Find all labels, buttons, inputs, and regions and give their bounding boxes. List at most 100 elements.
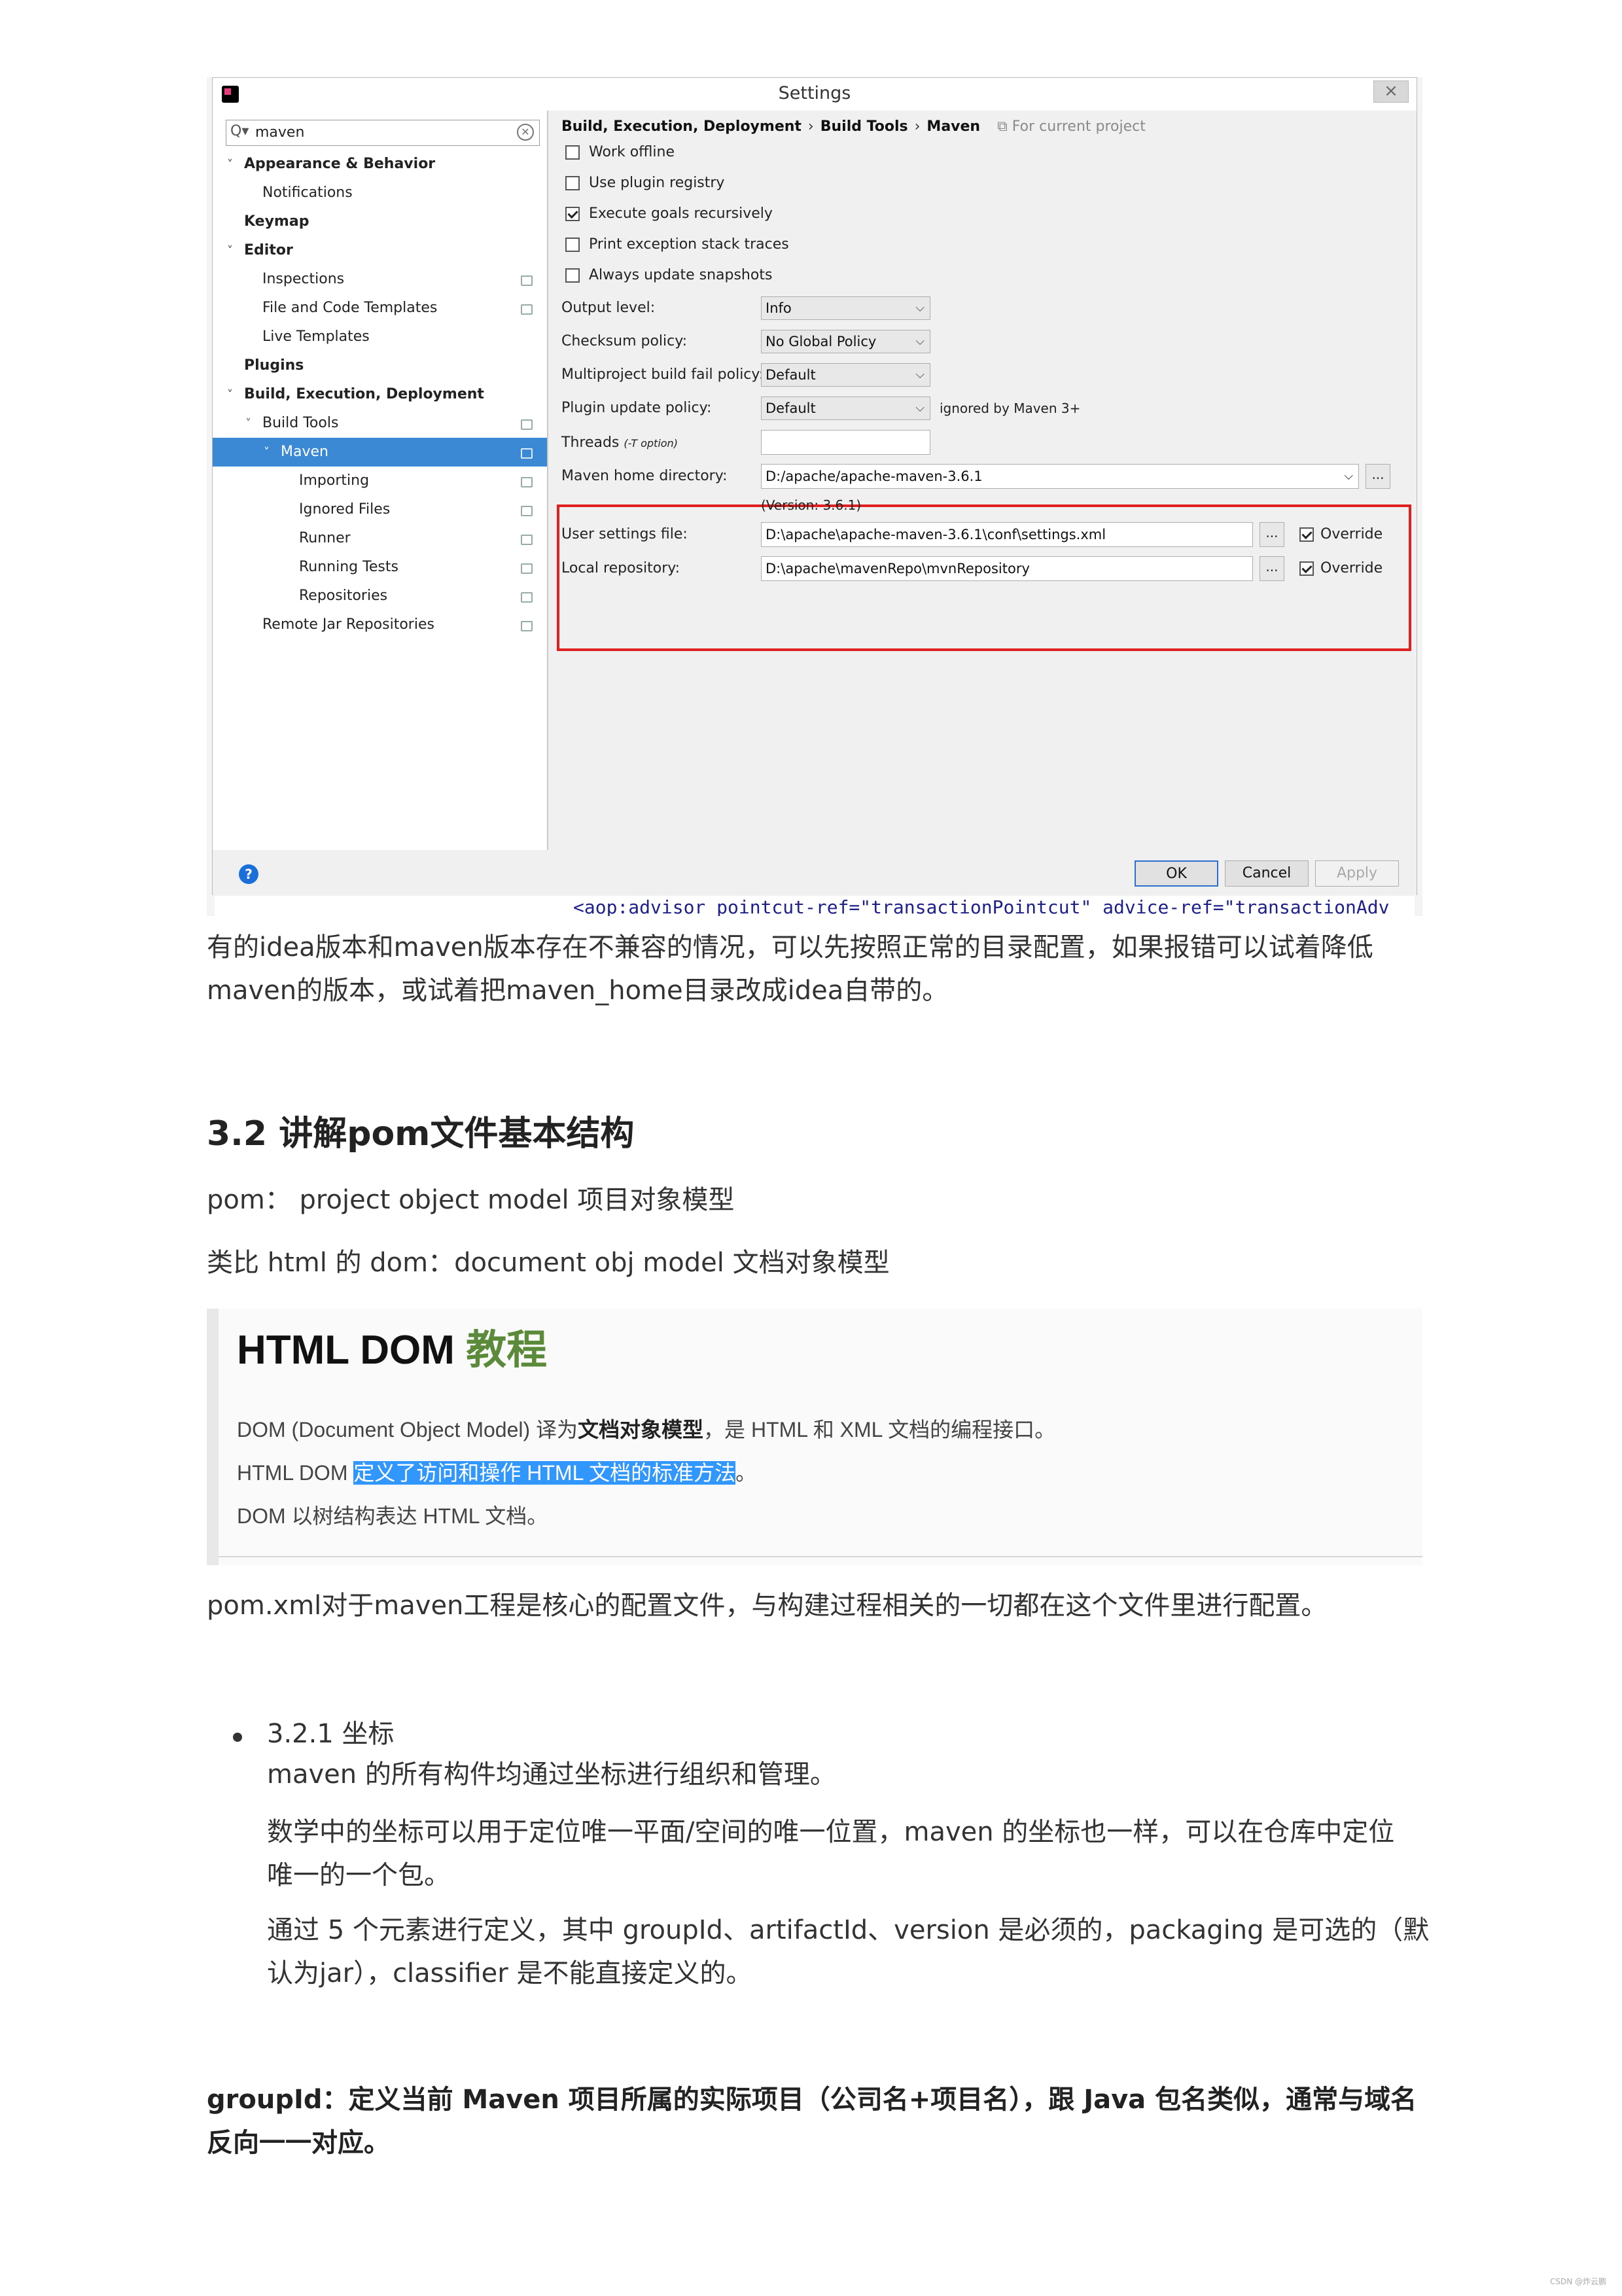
tree-item-editor[interactable]: ˅ Editor	[227, 236, 293, 265]
tree-item-ignored-files[interactable]: Ignored Files	[299, 495, 390, 524]
project-config-icon	[521, 621, 533, 631]
checkbox-label: Print exception stack traces	[589, 236, 789, 253]
project-config-icon	[521, 304, 533, 315]
select-value: No Global Policy	[766, 334, 877, 349]
checkbox-icon[interactable]	[565, 238, 580, 252]
settings-dialog: Settings × Q▾ maven ✕ ˅ Appearance & Beha…	[212, 77, 1417, 896]
local-repository-input[interactable]: D:\apache\mavenRepo\mvnRepository	[761, 556, 1253, 581]
tree-item-label: Maven	[281, 444, 328, 460]
expand-arrow-icon[interactable]: ˅	[264, 438, 281, 467]
project-config-icon	[521, 275, 533, 286]
tree-item-inspections[interactable]: Inspections	[262, 265, 344, 294]
tree-item-appearance[interactable]: ˅ Appearance & Behavior	[227, 150, 435, 179]
always-update-snapshots-checkbox[interactable]: Always update snapshots	[565, 265, 772, 286]
dom-line-text: 。	[735, 1461, 757, 1485]
tree-item-label: Editor	[244, 242, 293, 258]
tree-item-notifications[interactable]: Notifications	[262, 179, 353, 207]
override-local-repository-checkbox[interactable]: Override	[1299, 558, 1383, 579]
groupid-line2: 反向一一对应。	[207, 2128, 390, 2158]
expand-arrow-icon[interactable]: ˅	[245, 410, 262, 438]
select-value: Default	[766, 367, 816, 383]
dom-image-line1: DOM (Document Object Model) 译为文档对象模型，是 H…	[237, 1413, 1055, 1443]
divider	[219, 1556, 1422, 1557]
html-dom-tutorial-image: HTML DOM 教程 DOM (Document Object Model) …	[207, 1309, 1422, 1565]
override-user-settings-checkbox[interactable]: Override	[1299, 524, 1383, 545]
maven-version-text: (Version: 3.6.1)	[761, 497, 862, 513]
background-code-line: <aop:advisor pointcut-ref="transactionPo…	[573, 896, 1390, 916]
dom-definition: 类比 html 的 dom：document obj model 文档对象模型	[207, 1248, 890, 1278]
breadcrumb-item: Maven	[926, 118, 981, 135]
use-plugin-registry-checkbox[interactable]: Use plugin registry	[565, 173, 724, 194]
checkbox-checked-icon[interactable]	[565, 207, 580, 221]
tree-item-build-tools[interactable]: ˅ Build Tools	[245, 409, 338, 438]
expand-arrow-icon[interactable]: ˅	[227, 381, 244, 410]
breadcrumb-item[interactable]: Build Tools	[820, 118, 908, 135]
breadcrumb-item[interactable]: Build, Execution, Deployment	[561, 118, 802, 135]
expand-arrow-icon[interactable]: ˅	[227, 237, 244, 266]
tree-item-maven[interactable]: ˅ Maven	[213, 438, 547, 467]
cancel-button[interactable]: Cancel	[1225, 860, 1309, 887]
tree-item-keymap[interactable]: Keymap	[244, 207, 309, 236]
apply-button[interactable]: Apply	[1315, 860, 1399, 887]
dom-line-text: ，是 HTML 和 XML 文档的编程接口。	[703, 1418, 1056, 1441]
dom-title-highlight: 教程	[466, 1328, 548, 1373]
dom-line-text: HTML DOM	[237, 1461, 354, 1485]
tree-item-runner[interactable]: Runner	[299, 524, 351, 553]
project-config-icon	[521, 535, 533, 545]
coord-line2a: 数学中的坐标可以用于定位唯一平面/空间的唯一位置，maven 的坐标也一样，可以…	[267, 1817, 1395, 1847]
checkbox-checked-icon[interactable]	[1299, 561, 1314, 576]
browse-maven-home-button[interactable]: ...	[1366, 464, 1390, 489]
coord-title: 3.2.1 坐标	[267, 1719, 395, 1749]
select-value: Default	[766, 400, 816, 416]
for-current-project-note: ⧉ For current project	[997, 118, 1146, 135]
pomxml-paragraph: pom.xml对于maven工程是核心的配置文件，与构建过程相关的一切都在这个文…	[207, 1591, 1328, 1621]
threads-input[interactable]	[761, 430, 930, 455]
dom-image-title: HTML DOM 教程	[237, 1316, 547, 1375]
search-icon: Q▾	[230, 123, 249, 139]
tree-item-live-templates[interactable]: Live Templates	[262, 323, 370, 351]
user-settings-input[interactable]: D:\apache\apache-maven-3.6.1\conf\settin…	[761, 522, 1253, 547]
print-exception-stack-traces-checkbox[interactable]: Print exception stack traces	[565, 234, 789, 255]
execute-goals-recursively-checkbox[interactable]: Execute goals recursively	[565, 203, 773, 224]
tree-item-file-code-templates[interactable]: File and Code Templates	[262, 294, 437, 323]
tree-item-plugins[interactable]: Plugins	[244, 351, 304, 380]
tree-item-build-execution-deployment[interactable]: ˅ Build, Execution, Deployment	[227, 380, 484, 409]
close-button[interactable]: ×	[1373, 80, 1409, 103]
browse-user-settings-button[interactable]: ...	[1260, 522, 1284, 547]
ok-button[interactable]: OK	[1135, 860, 1218, 887]
work-offline-checkbox[interactable]: Work offline	[565, 142, 675, 163]
dom-line-selected: 定义了访问和操作 HTML 文档的标准方法	[353, 1461, 736, 1485]
groupid-line1: groupId：定义当前 Maven 项目所属的实际项目（公司名+项目名），跟 …	[207, 2085, 1417, 2115]
project-config-icon	[521, 477, 533, 487]
tree-item-repositories[interactable]: Repositories	[299, 582, 387, 610]
clear-search-icon[interactable]: ✕	[517, 124, 534, 141]
bullet-icon	[233, 1733, 242, 1742]
chevron-down-icon: ⌵	[1344, 469, 1353, 483]
checksum-policy-label: Checksum policy:	[561, 333, 688, 349]
tree-item-importing[interactable]: Importing	[299, 467, 369, 495]
expand-arrow-icon[interactable]: ˅	[227, 150, 244, 179]
section-heading: 3.2 讲解pom文件基本结构	[207, 1114, 635, 1154]
checkbox-label: Execute goals recursively	[589, 205, 773, 222]
tree-item-running-tests[interactable]: Running Tests	[299, 553, 398, 582]
checkbox-checked-icon[interactable]	[1299, 527, 1314, 542]
title-bar: Settings ×	[213, 78, 1417, 111]
output-level-select[interactable]: Info ⌵	[761, 296, 930, 320]
help-icon[interactable]: ?	[239, 864, 258, 884]
settings-search-input[interactable]: Q▾ maven ✕	[226, 120, 540, 146]
checkbox-icon[interactable]	[565, 176, 580, 190]
multiproject-fail-policy-select[interactable]: Default ⌵	[761, 363, 930, 387]
coord-line3b: 认为jar），classifier 是不能直接定义的。	[267, 1958, 752, 1988]
browse-local-repository-button[interactable]: ...	[1260, 556, 1284, 581]
breadcrumb: Build, Execution, Deployment › Build Tools…	[561, 118, 1146, 135]
dialog-title: Settings	[778, 83, 851, 103]
plugin-update-note: ignored by Maven 3+	[940, 400, 1081, 416]
checkbox-icon[interactable]	[565, 145, 580, 160]
maven-home-select[interactable]: D:/apache/apache-maven-3.6.1 ⌵	[761, 464, 1359, 489]
checkbox-icon[interactable]	[565, 268, 580, 283]
tree-item-remote-jar-repositories[interactable]: Remote Jar Repositories	[262, 610, 434, 639]
dom-line-text: DOM (Document Object Model) 译为	[237, 1418, 578, 1441]
checkbox-label: Override	[1320, 526, 1383, 542]
plugin-update-policy-select[interactable]: Default ⌵	[761, 397, 930, 420]
checksum-policy-select[interactable]: No Global Policy ⌵	[761, 330, 930, 353]
